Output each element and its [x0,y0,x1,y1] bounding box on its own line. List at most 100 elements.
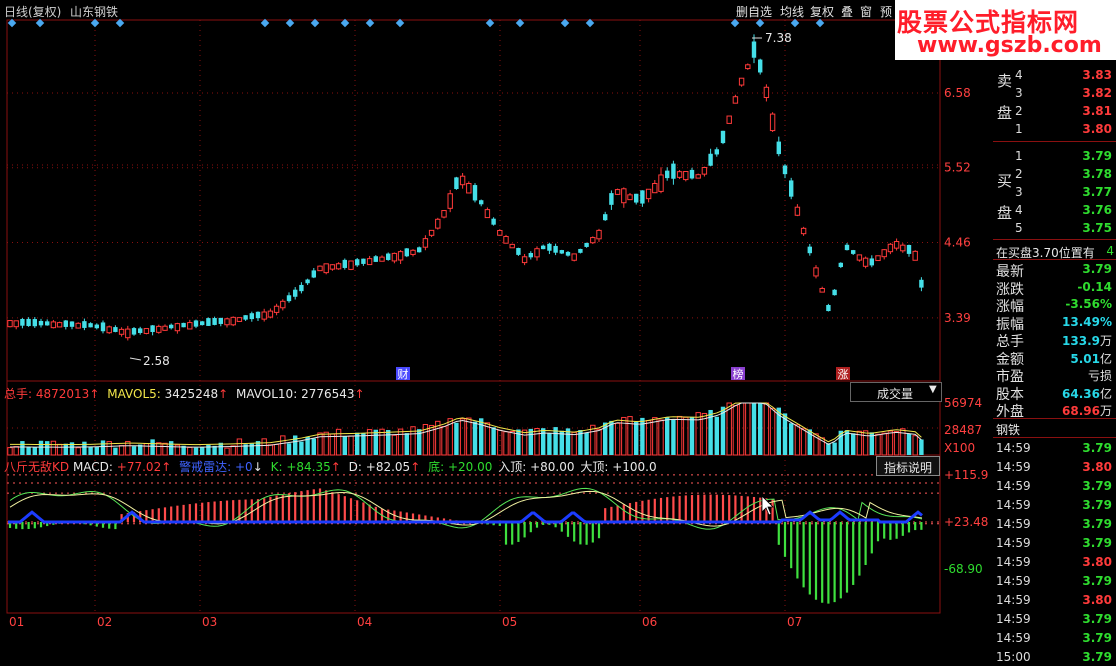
candle-body [565,251,571,256]
trade-row[interactable]: 14:59 3.79 [993,610,1116,628]
trade-row[interactable]: 14:59 3.79 [993,439,1116,457]
volume-bar [584,432,589,455]
volume-legend: 总手: 4872013↑ MAVOL5: 3425248↑ MAVOL10: 2… [4,387,365,401]
sell-level-3[interactable]: 3 3.82 [993,84,1116,102]
candle-body [447,193,453,209]
quote-value: 13.49% [1062,315,1112,329]
candle-body [590,237,596,244]
indicator-name[interactable]: 八斤无敌KD [4,460,69,474]
candle-body [125,328,131,339]
volume-bar [323,431,329,456]
indicator-tick-label: +23.48 [944,515,988,529]
volume-bar [652,417,658,456]
volume-bar [472,421,478,455]
candle-body [645,188,652,200]
candle-body [379,256,385,262]
x-axis-label: 05 [502,615,517,629]
candle-body [32,319,37,327]
trade-time: 15:00 [996,650,1031,664]
volume-bar [695,412,701,456]
volume-bar [875,433,881,456]
price-tick-label: 3.39 [944,311,971,325]
volume-bar [645,420,652,456]
candle-body [714,149,719,155]
menu-window[interactable]: 窗 [860,3,872,20]
buy-level-5[interactable]: 5 3.75 [993,219,1116,237]
buy-level-4[interactable]: 4 3.76 [993,201,1116,219]
candle-body [417,247,422,253]
trade-row[interactable]: 14:59 3.80 [993,553,1116,571]
quote-value: -0.14 [1077,280,1112,294]
quote-number: 133.9 [1062,334,1100,348]
volume-bar [38,440,44,455]
trade-price: 3.79 [1082,441,1112,455]
candle-body [559,250,564,254]
chevron-down-icon: ▼ [929,384,937,395]
candle-body [763,86,770,99]
volume-bar [441,426,447,456]
candle-body [900,244,906,252]
kline-chart[interactable]: 6.58 5.52 4.46 3.39 01 02 03 04 05 06 07 7.38 2.58 财 榜… [0,0,990,635]
sell-level-2[interactable]: 2 3.81 [993,102,1116,120]
volume-tick-label: 28487 [944,423,982,437]
menu-overlay[interactable]: 叠 [841,3,853,20]
trade-row[interactable]: 14:59 3.79 [993,496,1116,514]
volume-bar [627,416,633,456]
trade-time: 14:59 [996,517,1031,531]
trade-row[interactable]: 14:59 3.80 [993,591,1116,609]
volume-type-dropdown[interactable]: 成交量 ▼ [850,382,942,402]
candle-body [503,236,509,244]
trade-price: 3.79 [1082,650,1112,664]
mavol10-value: 2776543 [301,387,355,401]
low-marker-line [129,357,142,361]
buy-level-2[interactable]: 2 3.78 [993,165,1116,183]
volume-bar [342,436,347,455]
high-price-label: 7.38 [765,31,792,45]
indicator-help-button[interactable]: 指标说明 [876,456,940,476]
trade-row[interactable]: 14:59 3.79 [993,515,1116,533]
low-price-label: 2.58 [143,354,170,368]
total-volume-label: 总手: [4,387,33,401]
quote-number: 5.01 [1070,351,1100,366]
candle-body [317,265,323,272]
candle-body [69,321,75,327]
volume-bar [683,416,689,456]
trade-row[interactable]: 14:59 3.79 [993,629,1116,647]
buy-level-1[interactable]: 1 3.79 [993,147,1116,165]
menu-adjust[interactable]: 复权 [810,3,834,20]
trade-row[interactable]: 14:59 3.80 [993,458,1116,476]
volume-bar [94,447,99,455]
buy-level-3[interactable]: 3 3.77 [993,183,1116,201]
candle-body [800,227,807,235]
candle-body [869,258,874,266]
candle-body [745,64,751,70]
menu-forecast[interactable]: 预 [880,3,892,20]
volume-bar [379,428,385,456]
menu-remove-watchlist[interactable]: 删自选 [736,3,772,20]
trade-row[interactable]: 14:59 3.79 [993,572,1116,590]
candle-body [311,270,316,278]
period-label[interactable]: 日线(复权) [4,3,61,20]
menu-moving-average[interactable]: 均线 [780,3,804,20]
candle-body [609,193,614,205]
volume-bar [851,433,856,455]
volume-bar [732,405,739,456]
candle-body [516,248,521,255]
trade-row[interactable]: 14:59 3.79 [993,477,1116,495]
sell-level-4[interactable]: 4 3.83 [993,66,1116,84]
volume-bar [658,419,664,456]
quote-number: 13.49% [1062,314,1112,329]
sell-level-1[interactable]: 1 3.80 [993,120,1116,138]
trade-time: 14:59 [996,460,1031,474]
volume-bar [335,428,342,456]
candle-body [212,318,217,325]
trade-row[interactable]: 14:59 3.79 [993,534,1116,552]
volume-bar [596,428,602,456]
quote-value: 5.01亿 [1070,350,1112,367]
candle-body [676,171,683,178]
candle-body [789,180,794,197]
trade-row[interactable]: 15:00 3.79 [993,648,1116,666]
candle-body [497,229,503,236]
candle-body [472,185,478,201]
volume-bar [800,428,807,456]
